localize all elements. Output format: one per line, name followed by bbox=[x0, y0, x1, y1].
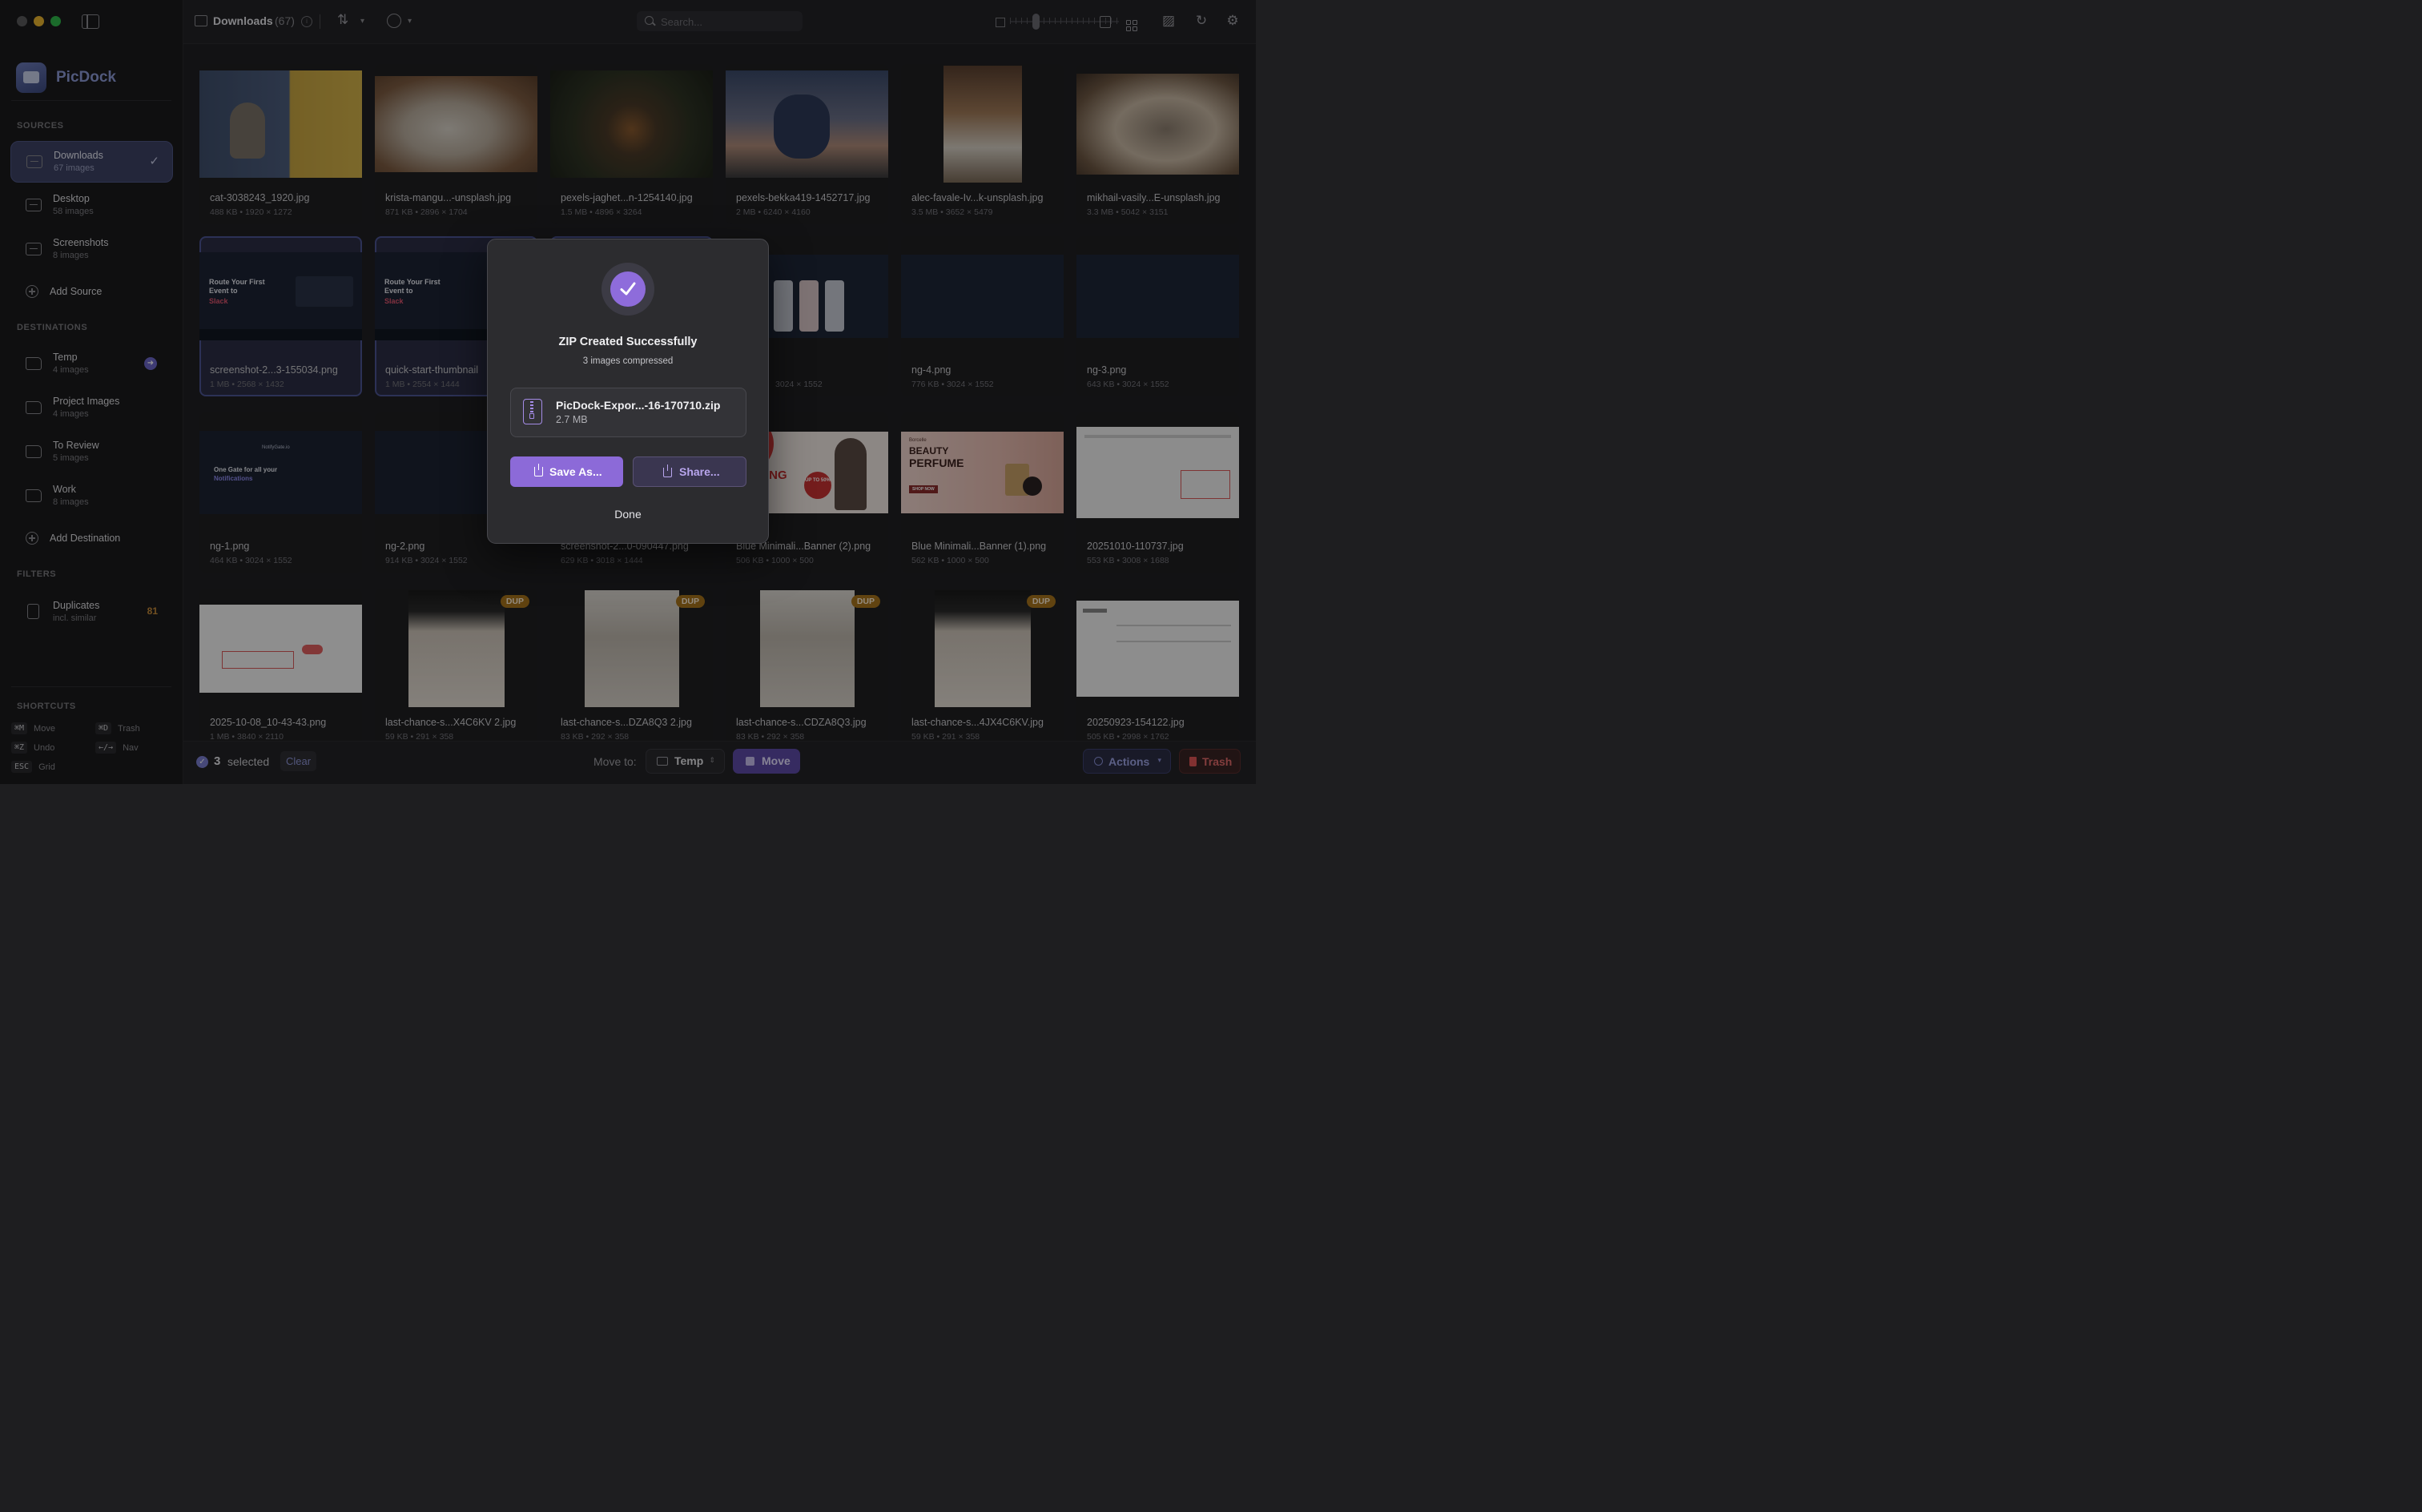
share-icon bbox=[663, 464, 672, 477]
dialog-title: ZIP Created Successfully bbox=[558, 336, 698, 348]
zip-file-icon bbox=[523, 399, 542, 424]
save-as-label: Save As... bbox=[549, 465, 602, 478]
done-button[interactable]: Done bbox=[488, 508, 768, 521]
zip-success-dialog: ZIP Created Successfully 3 images compre… bbox=[487, 239, 769, 544]
zip-file-size: 2.7 MB bbox=[556, 414, 588, 425]
success-badge bbox=[601, 263, 654, 316]
dialog-subtitle: 3 images compressed bbox=[582, 356, 674, 366]
download-icon bbox=[534, 464, 543, 477]
zip-file-info: PicDock-Expor...-16-170710.zip 2.7 MB bbox=[510, 388, 746, 437]
share-button[interactable]: Share... bbox=[633, 456, 746, 487]
checkmark-icon bbox=[610, 271, 646, 307]
zip-file-name: PicDock-Expor...-16-170710.zip bbox=[556, 399, 721, 412]
save-as-button[interactable]: Save As... bbox=[510, 456, 623, 487]
share-label: Share... bbox=[679, 465, 720, 478]
